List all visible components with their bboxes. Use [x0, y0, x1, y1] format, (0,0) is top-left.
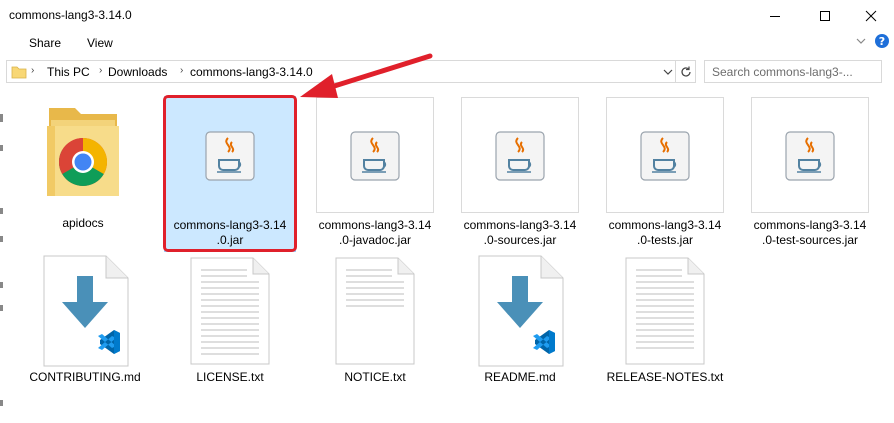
file-name: README.md — [484, 370, 556, 384]
file-name-line2: .0-sources.jar — [483, 233, 557, 247]
file-test-sources-jar[interactable]: commons-lang3-3.14 .0-test-sources.jar — [750, 96, 870, 252]
navigation-pane-edge[interactable] — [0, 90, 6, 423]
text-file-icon — [625, 257, 705, 365]
file-name-line1: commons-lang3-3.14 — [318, 218, 432, 232]
file-name: NOTICE.txt — [344, 370, 406, 384]
maximize-button[interactable] — [802, 0, 848, 32]
annotation-arrow — [300, 53, 433, 98]
title-bar: commons-lang3-3.14.0 — [0, 0, 894, 32]
file-name: RELEASE-NOTES.txt — [606, 370, 724, 384]
java-jar-icon — [640, 131, 690, 181]
file-name-line1: commons-lang3-3.14 — [463, 218, 577, 232]
file-release-notes-txt[interactable]: RELEASE-NOTES.txt — [605, 252, 725, 392]
folder-icon — [11, 66, 27, 79]
file-name-line2: .0-test-sources.jar — [761, 233, 859, 247]
file-name: CONTRIBUTING.md — [29, 370, 141, 384]
close-button[interactable] — [848, 0, 894, 32]
file-license-txt[interactable]: LICENSE.txt — [170, 252, 290, 392]
breadcrumb-separator-icon: › — [99, 65, 103, 76]
file-apidocs[interactable]: apidocs — [23, 96, 143, 246]
file-name: apidocs — [62, 216, 104, 230]
file-readme-md[interactable]: README.md — [460, 252, 580, 392]
vscode-md-icon — [478, 255, 564, 367]
file-tests-jar[interactable]: commons-lang3-3.14 .0-tests.jar — [605, 96, 725, 252]
file-name-line1: commons-lang3-3.14 — [753, 218, 867, 232]
java-jar-icon — [785, 131, 835, 181]
file-javadoc-jar[interactable]: commons-lang3-3.14 .0-javadoc.jar — [315, 96, 435, 252]
text-file-icon — [190, 257, 270, 365]
ribbon: Share View — [0, 32, 894, 56]
file-contributing-md[interactable]: CONTRIBUTING.md — [25, 252, 145, 392]
search-input[interactable]: Search commons-lang3-... — [704, 60, 882, 83]
annotation-red-box — [163, 95, 297, 252]
breadcrumb-downloads[interactable]: Downloads — [108, 65, 167, 79]
window-title: commons-lang3-3.14.0 — [9, 8, 132, 22]
chevron-down-icon[interactable] — [662, 67, 674, 77]
vscode-md-icon — [43, 255, 129, 367]
tab-view[interactable]: View — [87, 36, 113, 50]
refresh-icon[interactable] — [679, 65, 693, 79]
java-jar-icon — [495, 131, 545, 181]
svg-text:?: ? — [879, 35, 885, 48]
ribbon-expand-icon[interactable] — [855, 36, 867, 46]
text-file-icon — [335, 257, 415, 365]
breadcrumb-this-pc[interactable]: This PC — [47, 65, 90, 79]
file-name-line2: .0-javadoc.jar — [338, 233, 412, 247]
close-icon — [865, 10, 877, 22]
minimize-button[interactable] — [752, 0, 798, 32]
breadcrumb-separator-icon: › — [31, 65, 35, 76]
file-notice-txt[interactable]: NOTICE.txt — [315, 252, 435, 392]
java-jar-icon — [350, 131, 400, 181]
minimize-icon — [770, 16, 780, 17]
file-name-line2: .0-tests.jar — [636, 233, 693, 247]
maximize-icon — [820, 11, 830, 21]
search-placeholder: Search commons-lang3-... — [712, 65, 853, 79]
file-name-line1: commons-lang3-3.14 — [608, 218, 722, 232]
help-icon[interactable]: ? — [874, 33, 890, 49]
breadcrumb-separator-icon: › — [180, 65, 184, 76]
file-name: LICENSE.txt — [196, 370, 264, 384]
chrome-folder-icon — [47, 108, 119, 196]
tab-share[interactable]: Share — [29, 36, 61, 50]
file-sources-jar[interactable]: commons-lang3-3.14 .0-sources.jar — [460, 96, 580, 252]
